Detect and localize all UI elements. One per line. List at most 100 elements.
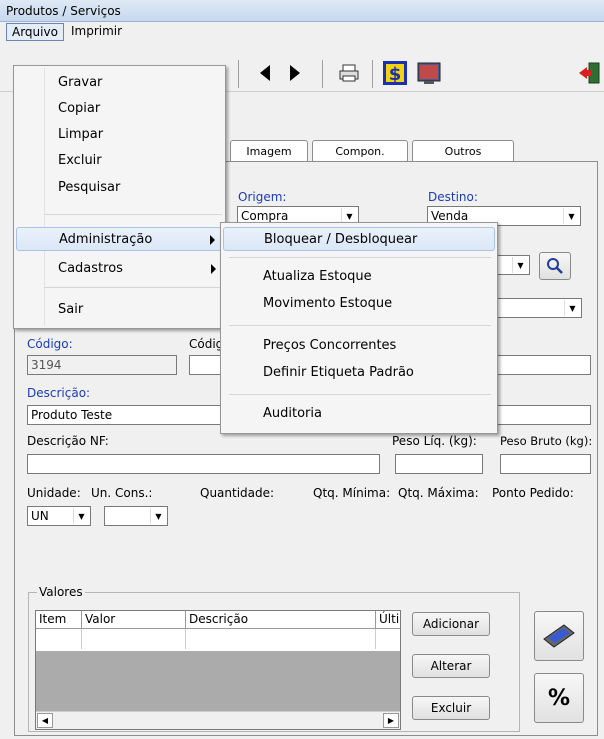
administracao-submenu: Bloquear / Desbloquear Atualiza Estoque …	[220, 222, 498, 434]
column-ultimo[interactable]: Últi	[376, 611, 400, 628]
un-cons-select[interactable]: ▼	[104, 506, 168, 526]
search-button[interactable]	[539, 252, 571, 280]
menubar: Arquivo Imprimir	[0, 22, 604, 42]
percent-button[interactable]: %	[534, 673, 584, 723]
grid-empty-row	[36, 629, 400, 649]
tab-outros[interactable]: Outros	[412, 140, 514, 162]
grid-header: Item Valor Descrição Últi	[36, 611, 400, 629]
right-field-1[interactable]	[497, 355, 591, 375]
menu-item-limpar[interactable]: Limpar	[16, 123, 224, 147]
quantidade-label: Quantidade:	[200, 486, 275, 500]
destino-value: Venda	[431, 209, 469, 223]
menu-item-pesquisar[interactable]: Pesquisar	[16, 176, 224, 200]
codigo-field[interactable]: 3194	[27, 355, 177, 375]
menu-item-precos-concorrentes[interactable]: Preços Concorrentes	[223, 334, 495, 358]
tab-compon[interactable]: Compon.	[312, 140, 408, 162]
toolbar-separator	[372, 60, 373, 88]
menu-item-bloquear[interactable]: Bloquear / Desbloquear	[223, 227, 495, 251]
menu-item-atualiza-estoque[interactable]: Atualiza Estoque	[223, 265, 495, 289]
chevron-down-icon: ▼	[150, 508, 166, 524]
valores-legend: Valores	[37, 585, 85, 599]
chevron-down-icon: ▼	[512, 257, 528, 273]
submenu-arrow-icon	[211, 264, 216, 274]
window-title: Produtos / Serviços	[6, 4, 121, 18]
excluir-button[interactable]: Excluir	[412, 696, 490, 720]
exit-door-icon	[579, 62, 600, 84]
menu-separator	[229, 325, 491, 326]
monitor-chart-icon	[417, 62, 441, 84]
dollar-icon: $	[383, 61, 407, 85]
menu-item-sair[interactable]: Sair	[16, 298, 224, 322]
menu-item-movimento-estoque[interactable]: Movimento Estoque	[223, 292, 495, 316]
chevron-down-icon: ▼	[564, 300, 580, 316]
menu-arquivo[interactable]: Arquivo	[6, 23, 64, 41]
valores-grid[interactable]: Item Valor Descrição Últi ◀ ▶	[35, 610, 401, 730]
calculator-button[interactable]	[534, 611, 584, 661]
column-item[interactable]: Item	[36, 611, 82, 628]
previous-button[interactable]	[250, 58, 280, 88]
magnifier-icon	[547, 258, 563, 274]
peso-bruto-label: Peso Bruto (kg):	[500, 434, 593, 448]
calculator-icon	[543, 624, 575, 648]
toolbar-separator	[322, 60, 323, 88]
toolbar-separator	[238, 60, 239, 88]
print-button[interactable]	[334, 58, 364, 88]
column-descricao[interactable]: Descrição	[186, 611, 376, 628]
descricao-field[interactable]: Produto Teste	[27, 405, 227, 425]
column-valor[interactable]: Valor	[82, 611, 186, 628]
menu-item-administracao-label: Administração	[59, 232, 153, 247]
qtd-min-label: Qtq. Mínima:	[313, 486, 391, 500]
origem-label: Origem:	[238, 190, 287, 204]
menu-item-cadastros[interactable]: Cadastros	[16, 257, 224, 281]
printer-icon	[339, 64, 359, 82]
menu-item-gravar[interactable]: Gravar	[16, 71, 224, 95]
scroll-left-icon[interactable]: ◀	[37, 713, 53, 728]
descricao-nf-field[interactable]	[27, 454, 380, 474]
unidade-select[interactable]: UN ▼	[27, 506, 91, 526]
codigo-label: Código:	[27, 337, 73, 351]
chevron-down-icon: ▼	[563, 208, 579, 224]
destino-label: Destino:	[428, 190, 478, 204]
price-button[interactable]: $	[380, 58, 410, 88]
arrow-left-icon	[260, 65, 270, 81]
menu-separator	[229, 257, 491, 258]
menu-separator	[229, 394, 491, 395]
submenu-arrow-icon	[210, 235, 215, 245]
chevron-down-icon: ▼	[73, 508, 89, 524]
grid-header-area: Item Valor Descrição Últi	[36, 611, 400, 651]
menu-imprimir[interactable]: Imprimir	[66, 23, 127, 41]
report-button[interactable]	[414, 58, 444, 88]
codigo2-label: Códig	[189, 337, 224, 351]
ponto-pedido-label: Ponto Pedido:	[492, 486, 574, 500]
grid-hscrollbar[interactable]: ◀ ▶	[36, 711, 400, 729]
descricao-label: Descrição:	[27, 386, 91, 400]
next-button[interactable]	[280, 58, 310, 88]
alterar-button[interactable]: Alterar	[412, 654, 490, 678]
menu-item-cadastros-label: Cadastros	[58, 261, 123, 276]
menu-item-etiqueta-padrao[interactable]: Definir Etiqueta Padrão	[223, 361, 495, 385]
menu-separator	[44, 287, 222, 288]
peso-liq-field[interactable]	[395, 454, 483, 474]
peso-liq-label: Peso Líq. (kg):	[392, 434, 477, 448]
descricao-nf-label: Descrição NF:	[27, 434, 109, 448]
peso-bruto-field[interactable]	[500, 454, 591, 474]
tab-imagem[interactable]: Imagem	[230, 140, 308, 162]
un-cons-label: Un. Cons.:	[91, 486, 153, 500]
window-titlebar: Produtos / Serviços	[0, 0, 604, 22]
unidade-value: UN	[31, 509, 49, 523]
menu-separator	[44, 214, 222, 215]
menu-item-administracao[interactable]: Administração	[16, 227, 224, 251]
svg-text:$: $	[389, 64, 402, 85]
right-field-2[interactable]	[497, 405, 591, 425]
scroll-right-icon[interactable]: ▶	[383, 713, 399, 728]
menu-item-excluir[interactable]: Excluir	[16, 149, 224, 173]
exit-button[interactable]	[574, 58, 604, 88]
arquivo-menu: Gravar Copiar Limpar Excluir Pesquisar A…	[13, 65, 226, 329]
origem-value: Compra	[241, 209, 289, 223]
menu-item-copiar[interactable]: Copiar	[16, 97, 224, 121]
arrow-right-icon	[290, 65, 300, 81]
adicionar-button[interactable]: Adicionar	[412, 612, 490, 636]
menu-item-auditoria[interactable]: Auditoria	[223, 402, 495, 426]
qtd-max-label: Qtq. Máxima:	[398, 486, 479, 500]
unidade-label: Unidade:	[27, 486, 81, 500]
